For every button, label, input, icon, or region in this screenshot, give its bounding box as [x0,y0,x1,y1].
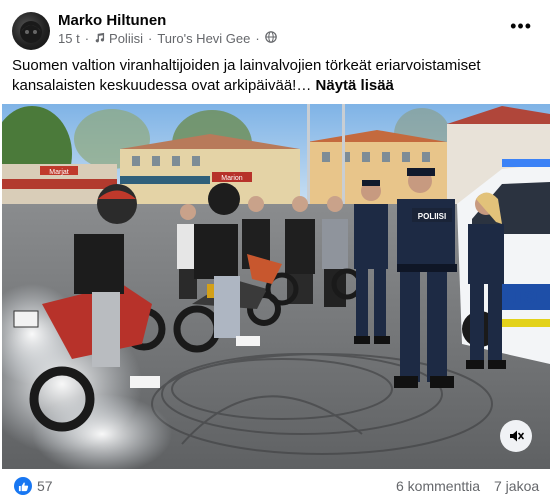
police-car-label: LIISI [504,288,540,307]
mute-speaker-icon[interactable] [500,420,532,452]
shop-sign-left: Marjat [49,169,69,176]
post-meta: 15 t · Poliisi · Turo's Hevi Gee · [58,31,277,46]
post-caption: Suomen valtion viranhaltijoiden ja lainv… [12,56,538,96]
music-track[interactable]: Poliisi [109,31,143,46]
police-vest-label: POLIISI [418,212,446,221]
avatar[interactable] [12,12,50,50]
reaction-count[interactable]: 57 [37,478,53,494]
post-time[interactable]: 15 t [58,31,80,46]
post-footer: 57 6 kommenttia 7 jakoa [0,470,550,499]
meta-separator: · [255,31,260,46]
post-header: Marko Hiltunen 15 t · Poliisi · Turo's H… [0,0,550,52]
meta-separator: · [148,31,153,46]
meta-separator: · [84,31,90,46]
shop-sign-center: Marion [221,175,243,182]
globe-icon[interactable] [264,31,277,46]
post-photo[interactable]: Marjat Marion POLIISI LIISI [2,104,550,469]
music-note-icon [94,31,105,46]
comments-count[interactable]: 6 kommenttia [396,478,480,494]
see-more-link[interactable]: Näytä lisää [316,77,394,94]
more-horizontal-icon[interactable]: ••• [510,16,532,37]
post-text: Suomen valtion viranhaltijoiden ja lainv… [12,57,481,94]
thumbs-up-icon[interactable] [14,477,32,495]
shares-count[interactable]: 7 jakoa [494,478,539,494]
music-artist[interactable]: Turo's Hevi Gee [157,31,250,46]
author-name[interactable]: Marko Hiltunen [58,12,166,29]
